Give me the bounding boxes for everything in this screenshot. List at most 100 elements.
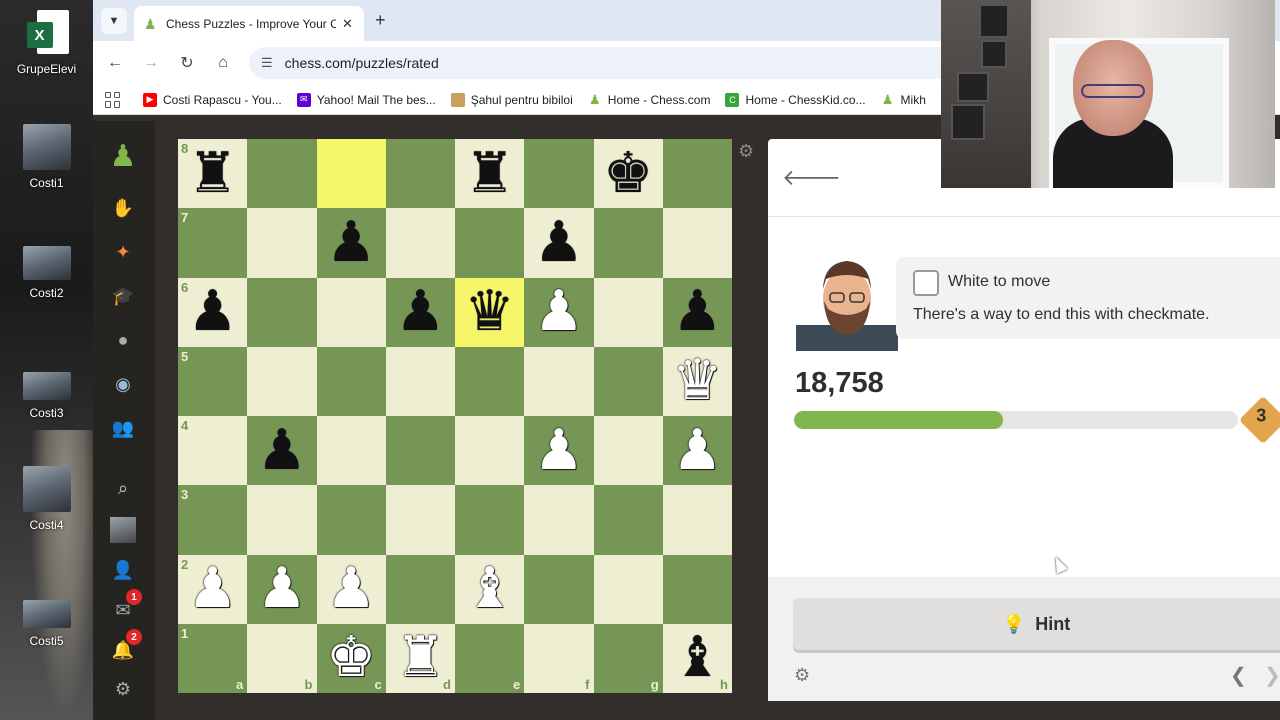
square-h3[interactable]: [662, 485, 732, 555]
square-f8[interactable]: [524, 139, 594, 209]
puzzles-icon[interactable]: ✦: [108, 237, 138, 267]
chess-logo-icon[interactable]: ♟: [108, 140, 138, 173]
square-d3[interactable]: [385, 485, 455, 555]
square-d5[interactable]: [385, 346, 455, 416]
square-f5[interactable]: [524, 346, 594, 416]
desktop-icon-costi1[interactable]: Costi1: [0, 124, 93, 190]
reload-icon[interactable]: ↻: [175, 51, 199, 75]
square-f3[interactable]: [524, 485, 594, 555]
square-g2[interactable]: [593, 554, 663, 624]
settings-icon[interactable]: ⚙: [108, 674, 138, 704]
black-rook-icon[interactable]: ♜: [188, 145, 238, 202]
tab-search-button[interactable]: ▼: [101, 8, 127, 34]
square-b4[interactable]: ♟: [247, 416, 317, 486]
new-tab-button[interactable]: +: [375, 10, 386, 31]
white-pawn-icon[interactable]: ♟: [672, 422, 722, 479]
tab-chess-puzzles[interactable]: ♟ Chess Puzzles - Improve Your C ✕: [134, 6, 364, 41]
search-icon[interactable]: ⌕: [108, 473, 138, 503]
close-icon[interactable]: ✕: [342, 16, 353, 32]
forward-icon[interactable]: →: [139, 51, 163, 75]
square-c4[interactable]: [316, 416, 386, 486]
white-bishop-icon[interactable]: ♝: [465, 561, 515, 617]
square-b8[interactable]: [247, 139, 317, 209]
chevron-left-icon[interactable]: ❮: [1230, 663, 1247, 688]
square-c7[interactable]: ♟: [316, 208, 386, 278]
friends-icon[interactable]: 👤: [108, 555, 138, 585]
square-b6[interactable]: [247, 277, 317, 347]
home-icon[interactable]: ⌂: [211, 51, 235, 75]
learn-icon[interactable]: 🎓: [108, 281, 138, 311]
square-e5[interactable]: [455, 346, 525, 416]
square-g5[interactable]: [593, 346, 663, 416]
square-e2[interactable]: ♝: [455, 554, 525, 624]
square-c8[interactable]: [316, 139, 386, 209]
apps-grid-icon[interactable]: [105, 91, 121, 108]
square-c1[interactable]: c ♚: [316, 623, 386, 693]
black-pawn-icon[interactable]: ♟: [534, 214, 584, 271]
square-e4[interactable]: [455, 416, 525, 486]
bookmark-yahoo-mail[interactable]: ✉ Yahoo! Mail The bes...: [296, 92, 436, 107]
desktop-icon-costi4[interactable]: Costi4: [0, 466, 93, 532]
black-king-icon[interactable]: ♚: [603, 145, 653, 202]
white-pawn-icon[interactable]: ♟: [257, 561, 307, 617]
square-e7[interactable]: [455, 208, 525, 278]
black-bishop-icon[interactable]: ♝: [672, 630, 722, 686]
square-h5[interactable]: ♛: [662, 346, 732, 416]
square-f4[interactable]: ♟: [524, 416, 594, 486]
black-pawn-icon[interactable]: ♟: [188, 284, 238, 340]
square-c3[interactable]: [316, 485, 386, 555]
play-icon[interactable]: ✋: [108, 193, 138, 223]
square-h4[interactable]: ♟: [662, 416, 732, 486]
square-h2[interactable]: [662, 554, 732, 624]
square-d4[interactable]: [385, 416, 455, 486]
square-a7[interactable]: 7: [178, 208, 248, 278]
square-b3[interactable]: [247, 485, 317, 555]
desktop-icon-costi5[interactable]: Costi5: [0, 600, 93, 648]
square-d6[interactable]: ♟: [385, 277, 455, 347]
square-g6[interactable]: [593, 277, 663, 347]
chevron-right-icon[interactable]: ❯: [1264, 663, 1280, 688]
white-pawn-icon[interactable]: ♟: [326, 561, 376, 617]
social-icon[interactable]: 👥: [108, 413, 138, 443]
chess-board[interactable]: 8 ♜ ♜ ♚ 7 ♟ ♟ 6 ♟ ♟ ♛ ♟ ♟ 5 ♛ 4 ♟ ♟ ♟ 3 2 ♟ ♟ ♟ ♝ 1 a b c ♚ d ♜ e f g h ♝: [178, 139, 732, 693]
white-king-icon[interactable]: ♚: [326, 630, 376, 686]
watch-icon[interactable]: ●: [108, 325, 138, 355]
square-g3[interactable]: [593, 485, 663, 555]
square-b5[interactable]: [247, 346, 317, 416]
square-f6[interactable]: ♟: [524, 277, 594, 347]
square-a5[interactable]: 5: [178, 346, 248, 416]
square-g8[interactable]: ♚: [593, 139, 663, 209]
messages-icon[interactable]: ✉ 1: [108, 589, 142, 625]
white-pawn-icon[interactable]: ♟: [534, 422, 584, 479]
black-rook-icon[interactable]: ♜: [465, 145, 515, 202]
bookmark-sahul[interactable]: Şahul pentru bibiloi: [450, 92, 573, 107]
square-d1[interactable]: d ♜: [385, 623, 455, 693]
bookmark-youtube[interactable]: ▶ Costi Rapascu - You...: [143, 92, 282, 107]
back-icon[interactable]: ←: [103, 51, 127, 75]
site-info-icon[interactable]: ☰: [261, 55, 273, 71]
bookmark-chesskid[interactable]: C Home - ChessKid.co...: [725, 92, 866, 107]
black-queen-icon[interactable]: ♛: [465, 284, 515, 340]
settings-icon[interactable]: ⚙: [794, 665, 810, 686]
white-queen-icon[interactable]: ♛: [672, 353, 722, 409]
square-e1[interactable]: e: [455, 623, 525, 693]
white-pawn-icon[interactable]: ♟: [188, 561, 238, 617]
square-g4[interactable]: [593, 416, 663, 486]
square-a8[interactable]: 8 ♜: [178, 139, 248, 209]
avatar[interactable]: [108, 515, 138, 545]
black-pawn-icon[interactable]: ♟: [326, 214, 376, 271]
square-f7[interactable]: ♟: [524, 208, 594, 278]
square-h8[interactable]: [662, 139, 732, 209]
square-h1[interactable]: h ♝: [662, 623, 732, 693]
desktop-icon-costi2[interactable]: Costi2: [0, 246, 93, 300]
square-b2[interactable]: ♟: [247, 554, 317, 624]
square-d8[interactable]: [385, 139, 455, 209]
bookmark-chess-com[interactable]: ♟ Home - Chess.com: [588, 92, 711, 107]
white-pawn-icon[interactable]: ♟: [534, 284, 584, 340]
square-e6[interactable]: ♛: [455, 277, 525, 347]
square-f1[interactable]: f: [524, 623, 594, 693]
back-arrow-icon[interactable]: 🡐: [782, 165, 841, 191]
square-h7[interactable]: [662, 208, 732, 278]
bookmark-mikh[interactable]: ♟ Mikh: [881, 92, 926, 107]
hint-button[interactable]: 💡 Hint: [793, 598, 1280, 650]
